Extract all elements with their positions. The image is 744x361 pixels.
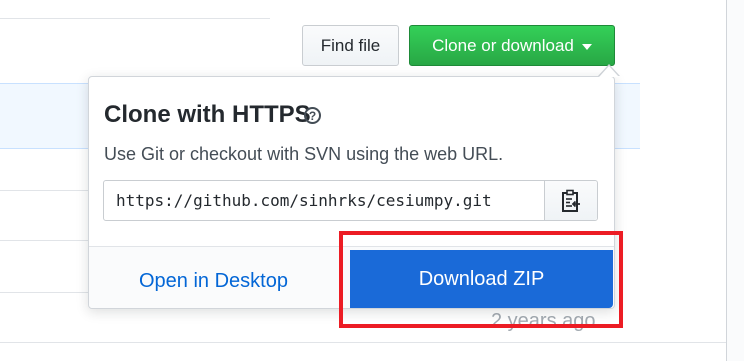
find-file-button[interactable]: Find file [302, 25, 399, 66]
file-row-divider [0, 342, 726, 343]
window-gutter [727, 0, 744, 361]
popover-arrow-fill [599, 66, 619, 77]
clone-button-label: Clone or download [432, 35, 574, 55]
clipboard-icon [562, 189, 580, 212]
file-list-divider [0, 18, 270, 19]
caret-down-icon [581, 43, 592, 50]
clone-or-download-button[interactable]: Clone or download [409, 25, 615, 66]
file-row-divider [0, 190, 90, 191]
clone-url-group [103, 180, 598, 221]
question-circle-icon[interactable]: ? [304, 107, 321, 124]
download-zip-button[interactable]: Download ZIP [350, 250, 613, 308]
last-commit-time: 2 years ago [491, 310, 596, 332]
clone-url-input[interactable] [104, 181, 544, 220]
open-in-desktop-link[interactable]: Open in Desktop [139, 270, 288, 293]
copy-url-button[interactable] [544, 181, 597, 220]
file-row-divider [0, 240, 90, 241]
file-row-divider [0, 292, 90, 293]
popover-description: Use Git or checkout with SVN using the w… [104, 144, 504, 164]
popover-title: Clone with HTTPS [104, 101, 311, 128]
